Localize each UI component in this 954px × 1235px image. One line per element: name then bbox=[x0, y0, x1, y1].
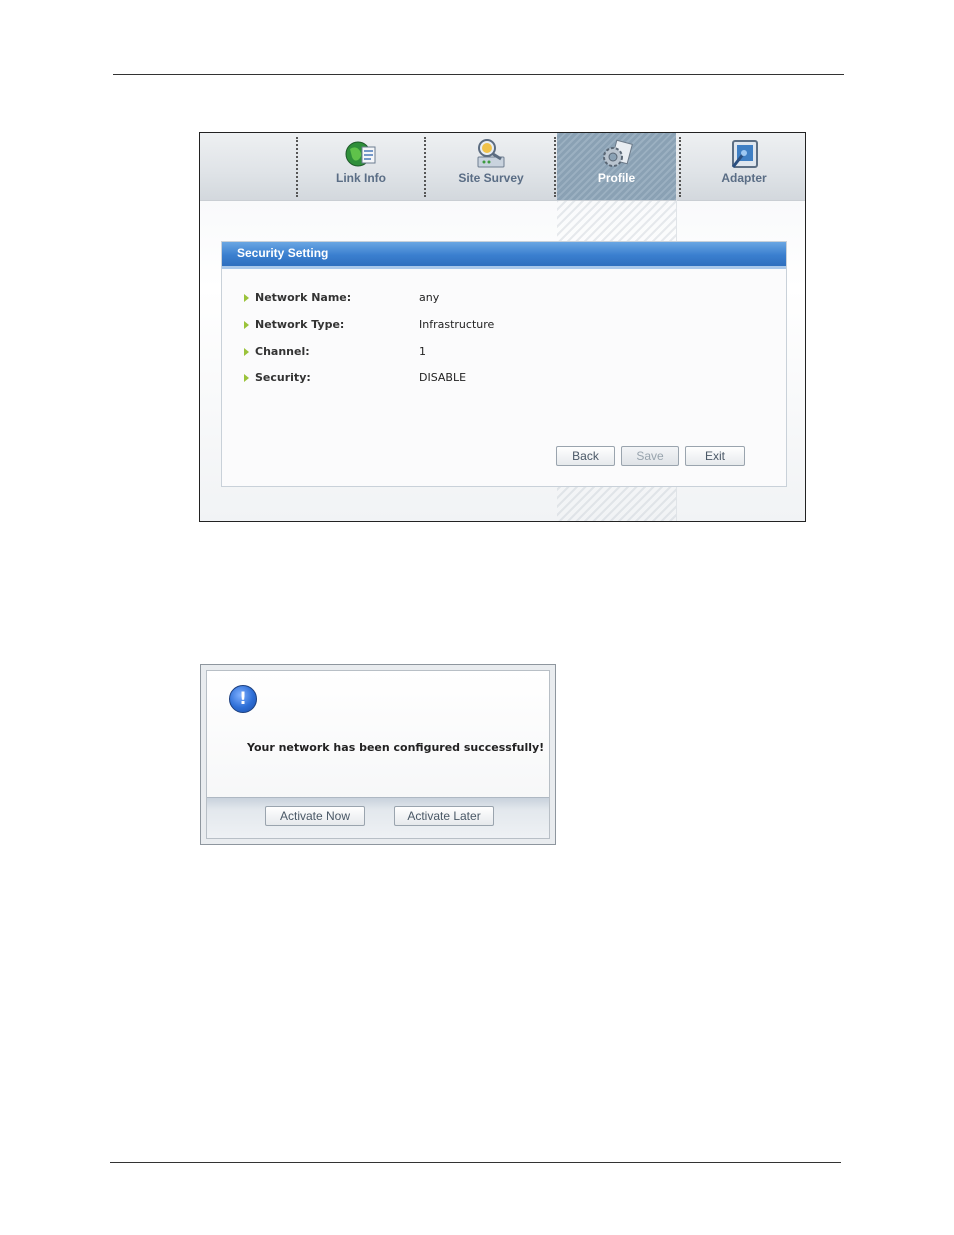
activate-now-button[interactable]: Activate Now bbox=[265, 806, 365, 826]
field-label: Security: bbox=[255, 371, 311, 384]
info-icon: ! bbox=[229, 685, 257, 713]
adapter-icon bbox=[731, 140, 758, 168]
tab-site-survey[interactable]: Site Survey bbox=[426, 133, 556, 200]
exit-button[interactable]: Exit bbox=[685, 446, 745, 466]
tab-site-survey-label: Site Survey bbox=[458, 171, 524, 185]
footer-rule bbox=[110, 1162, 841, 1163]
gear-profile-icon bbox=[602, 139, 633, 167]
tab-link-info-label: Link Info bbox=[336, 171, 386, 185]
tab-profile[interactable]: Profile bbox=[557, 133, 676, 200]
globe-document-icon bbox=[345, 141, 376, 167]
profile-security-window: Link Info Site Survey Profile Adapter Se… bbox=[199, 132, 806, 522]
bullet-arrow-icon bbox=[244, 294, 249, 302]
save-button[interactable]: Save bbox=[621, 446, 679, 466]
dialog-body: ! Your network has been configured succe… bbox=[206, 670, 550, 839]
field-label: Network Name: bbox=[255, 291, 352, 304]
tab-separator bbox=[554, 137, 556, 197]
tab-link-info[interactable]: Link Info bbox=[298, 133, 424, 200]
configured-dialog: ! Your network has been configured succe… bbox=[200, 664, 556, 845]
field-label: Channel: bbox=[255, 345, 310, 358]
dialog-message: Your network has been configured success… bbox=[247, 741, 545, 754]
dialog-footer: Activate Now Activate Later bbox=[207, 797, 549, 838]
tab-adapter[interactable]: Adapter bbox=[681, 133, 805, 200]
field-value: DISABLE bbox=[419, 371, 467, 384]
panel-title: Security Setting bbox=[222, 242, 786, 269]
tab-bar: Link Info Site Survey Profile Adapter bbox=[200, 133, 805, 201]
bullet-arrow-icon bbox=[244, 348, 249, 356]
back-button[interactable]: Back bbox=[556, 446, 615, 466]
tab-adapter-label: Adapter bbox=[721, 171, 767, 185]
field-value: 1 bbox=[419, 345, 426, 358]
tab-profile-label: Profile bbox=[597, 171, 636, 185]
bullet-arrow-icon bbox=[244, 321, 249, 329]
bullet-arrow-icon bbox=[244, 374, 249, 382]
field-value: any bbox=[419, 291, 440, 304]
site-survey-icon bbox=[477, 139, 505, 168]
header-rule bbox=[113, 74, 844, 75]
field-value: Infrastructure bbox=[419, 318, 495, 331]
security-setting-panel: Security Setting Network Name: any Netwo… bbox=[221, 241, 787, 487]
activate-later-button[interactable]: Activate Later bbox=[394, 806, 494, 826]
field-label: Network Type: bbox=[255, 318, 345, 331]
